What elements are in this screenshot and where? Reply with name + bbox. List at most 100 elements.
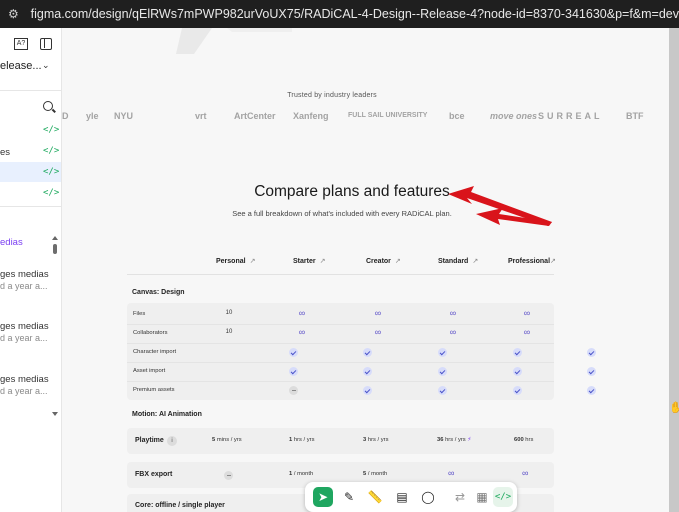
compare-tool-icon[interactable]: ⇄ [450, 487, 470, 507]
check-icon [363, 348, 372, 357]
ruler-tool-icon[interactable]: 📏 [365, 487, 385, 507]
list-item-meta: d a year a... [0, 386, 48, 396]
plan-header-professional[interactable]: Professional↗ [508, 257, 556, 265]
logo: FULL SAIL UNIVERSITY [348, 112, 428, 119]
scroll-up-icon[interactable] [52, 236, 58, 240]
infinity-value: ∞ [374, 308, 382, 318]
table-row: Asset import [127, 362, 596, 381]
comment-tool-icon[interactable]: ◯ [418, 487, 438, 507]
external-link-icon: ↗ [394, 258, 401, 265]
external-link-icon: ↗ [249, 258, 256, 265]
external-link-icon: ↗ [550, 258, 556, 265]
annotate-tool-icon[interactable]: ▤ [392, 487, 412, 507]
logo: Xanfeng [293, 111, 329, 121]
check-icon [289, 367, 298, 376]
infinity-value: ∞ [298, 327, 306, 337]
divider [127, 274, 554, 275]
not-included-icon [224, 471, 233, 480]
table-row: Files 10 ∞ ∞ ∞ ∞ [127, 305, 554, 324]
infinity-value: ∞ [522, 468, 529, 478]
list-item-meta: d a year a... [0, 281, 48, 291]
plan-name: Starter [293, 258, 316, 265]
hand-cursor-icon: ✋ [669, 402, 679, 414]
ready-tool-icon[interactable]: ▦ [472, 487, 492, 507]
trusted-label: Trusted by industry leaders [287, 92, 377, 99]
canvas-scrollbar[interactable] [669, 28, 679, 512]
row-label: Playtime [135, 437, 164, 444]
code-icon[interactable]: </> [43, 146, 59, 156]
panel-scrollbar[interactable] [53, 244, 57, 254]
plan-name: Personal [216, 258, 246, 265]
not-included-icon [289, 386, 298, 395]
sidebar-toggle-icon[interactable] [40, 38, 52, 50]
row-label: Premium assets [133, 387, 175, 393]
infinity-value: ∞ [523, 327, 531, 337]
check-icon [363, 386, 372, 395]
fbx-value: 1 / month [289, 471, 314, 477]
external-link-icon: ↗ [472, 258, 479, 265]
logo: NYU [114, 111, 134, 121]
code-icon[interactable]: </> [43, 167, 59, 177]
check-icon [513, 386, 522, 395]
logo: vrt [195, 111, 207, 121]
row-label: Core: offline / single player [135, 502, 225, 509]
section-title: Motion: AI Animation [132, 411, 202, 418]
playtime-value: 3 hrs / yrs [363, 437, 389, 443]
plan-header-starter[interactable]: Starter ↗ [293, 257, 325, 265]
code-icon[interactable]: </> [43, 188, 59, 198]
list-item-meta: d a year a... [0, 333, 48, 343]
scroll-down-icon[interactable] [52, 412, 58, 416]
code-icon[interactable]: </> [43, 125, 59, 135]
section-label[interactable]: edias [0, 237, 23, 248]
layer-label[interactable]: es [0, 147, 10, 158]
search-icon[interactable] [43, 101, 53, 111]
divider [0, 206, 61, 207]
plan-name: Professional [508, 258, 551, 265]
list-item-title[interactable]: ges medias [0, 374, 49, 385]
dev-mode-icon[interactable]: </> [493, 487, 513, 507]
table-row: Character import [127, 343, 596, 362]
logo: move ones [490, 111, 538, 121]
fbx-value: 5 / month [363, 471, 388, 477]
section-title: Canvas: Design [132, 289, 185, 296]
plan-header-standard[interactable]: Standard ↗ [438, 257, 478, 265]
bottom-toolbar: ➤ ✎ 📏 ▤ ◯ ⇄ ▦ </> [305, 482, 517, 512]
table-row: Premium assets [127, 381, 596, 400]
chevron-down-icon[interactable]: ⌄ [42, 60, 50, 71]
list-item-title[interactable]: ges medias [0, 321, 49, 332]
plan-header-personal[interactable]: Personal ↗ [216, 257, 255, 265]
pen-tool-icon[interactable]: ✎ [339, 487, 359, 507]
row-label: Collaborators [133, 330, 168, 336]
playtime-value: 600 hrs [514, 437, 534, 443]
font-icon[interactable]: A? [14, 38, 28, 50]
address-url[interactable]: figma.com/design/qElRWs7mPWP982urVoUX75/… [31, 7, 679, 21]
row-label: FBX export [135, 471, 173, 478]
row-label: Character import [133, 349, 177, 355]
site-settings-icon[interactable]: ⚙ [8, 7, 21, 21]
info-icon[interactable]: i [167, 436, 177, 446]
infinity-value: ∞ [448, 468, 455, 478]
check-icon [587, 386, 596, 395]
infinity-value: ∞ [374, 327, 382, 337]
move-tool-icon[interactable]: ➤ [313, 487, 333, 507]
decorative-shape [176, 28, 292, 54]
playtime-value: 5 mins / yrs [212, 437, 242, 443]
check-icon [438, 386, 447, 395]
plan-header-creator[interactable]: Creator ↗ [366, 257, 401, 265]
infinity-value: ∞ [298, 308, 306, 318]
logo: ArtCenter [234, 111, 276, 121]
page-subtitle: See a full breakdown of what's included … [232, 209, 452, 218]
page-frame: Trusted by industry leaders D yle NYU vr… [62, 28, 669, 512]
check-icon [289, 348, 298, 357]
list-item-title[interactable]: ges medias [0, 269, 49, 280]
project-title[interactable]: elease... [0, 60, 42, 72]
row-label: Asset import [133, 368, 166, 374]
design-canvas[interactable]: Trusted by industry leaders D yle NYU vr… [62, 28, 669, 512]
plan-name: Creator [366, 258, 391, 265]
infinity-value: ∞ [449, 327, 457, 337]
logo: bce [449, 111, 465, 121]
logo: SURREAL [538, 111, 603, 121]
playtime-row: Playtime i 5 mins / yrs 1 hrs / yrs 3 hr… [127, 428, 554, 454]
plan-name: Standard [438, 258, 469, 265]
row-label: Files [133, 311, 146, 317]
